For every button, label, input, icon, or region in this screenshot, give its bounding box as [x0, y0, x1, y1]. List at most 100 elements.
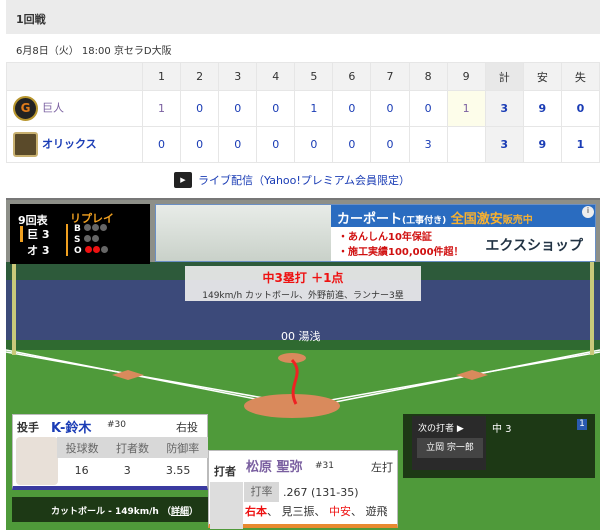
table-header: 1 2 3 4 5 6 7 8 9 計 安 失: [6, 62, 600, 91]
result: 、 遊飛: [351, 505, 388, 518]
inning-score: 0: [180, 126, 220, 163]
pitch-info: カットボール - 149km/h: [50, 507, 159, 517]
batters-faced: 3: [123, 464, 131, 477]
col-2: 2: [180, 62, 220, 91]
col-6: 6: [332, 62, 372, 91]
col-total: 計: [484, 62, 524, 91]
team-score: 3: [41, 228, 50, 241]
inning-score-current: 1: [446, 90, 486, 127]
inning-score: 0: [332, 126, 372, 163]
batter-card: 打者 松原 聖弥 #31 左打 打率 .267 (131-35) 右本、 見三振…: [208, 450, 398, 529]
batting-average: .267 (131-35): [283, 486, 359, 499]
play-detail: 149km/h カットボール、外野前進、ランナー3塁: [202, 291, 404, 301]
pitcher-role: 投手: [17, 421, 39, 434]
stat-label: 打者数: [115, 441, 149, 455]
team-orix[interactable]: オリックス: [6, 126, 143, 163]
total-runs: 3: [484, 90, 524, 127]
pitcher-card: 投手 K-鈴木 #30 右投 投球数 打者数 防御率 16 3 3.55: [12, 414, 208, 490]
batter-role: 打者: [214, 465, 236, 478]
pitcher-hand: 右投: [176, 421, 198, 434]
inning-score: 0: [180, 90, 220, 127]
col-9: 9: [446, 62, 486, 91]
linescore-table: 1 2 3 4 5 6 7 8 9 計 安 失 G 巨人 1 0 0 0 1 0 …: [6, 62, 600, 163]
table-row: オリックス 0 0 0 0 0 0 0 3 3 9 1: [6, 126, 600, 163]
ad-info-icon[interactable]: i: [582, 206, 594, 218]
stat-label: 防御率: [166, 441, 200, 455]
col-8: 8: [408, 62, 448, 91]
inning-score: 0: [294, 126, 334, 163]
hits: 9: [522, 126, 562, 163]
ball-label: B: [74, 224, 81, 234]
stat-label: 投球数: [65, 441, 99, 455]
inning-score: 1: [141, 90, 182, 127]
next-batter-count: 1: [577, 419, 587, 430]
hits: 9: [522, 90, 562, 127]
inning-score: [446, 126, 486, 163]
pitch-detail-link[interactable]: 詳細: [171, 507, 189, 517]
next-batter-label: 次の打者 ▶: [418, 424, 464, 434]
errors: 1: [560, 126, 600, 163]
batter-name[interactable]: 松原 聖弥: [246, 456, 303, 475]
ad-line2: ・施工実績100,000件超！: [338, 247, 464, 258]
inning-score: 0: [370, 126, 410, 163]
team-giants[interactable]: G 巨人: [6, 90, 143, 127]
strike-label: S: [74, 235, 81, 245]
play-icon: ▶: [174, 172, 192, 188]
inning-score: 1: [294, 90, 334, 127]
ad-image: [156, 205, 331, 261]
inning-score: 3: [408, 126, 448, 163]
pitcher-name[interactable]: K-鈴木: [51, 417, 91, 436]
total-runs: 3: [484, 126, 524, 163]
next-batter-name[interactable]: 立岡 宗一郎: [417, 438, 483, 458]
advertisement-banner[interactable]: カーポート(工事付き) 全国激安販売中 ・あんしん10年保証 ・施工実績100,0…: [155, 204, 596, 262]
paren: ）: [188, 507, 198, 517]
team-abbr: オ: [27, 244, 38, 257]
situation-board: 9回表 リプレイ 巨 3 オ 3 B S O: [10, 204, 150, 264]
inning-score: 0: [218, 126, 258, 163]
avg-label: 打率: [244, 482, 279, 502]
col-4: 4: [256, 62, 296, 91]
runner-label: 00 湯浅: [281, 330, 321, 343]
pitch-count: 16: [74, 464, 89, 477]
ad-brand: エクスショップ: [485, 238, 583, 254]
result-hit: 中安: [329, 505, 351, 518]
col-1: 1: [141, 62, 182, 91]
batter-photo: [210, 482, 243, 529]
ad-badge: 全国激安: [450, 212, 503, 227]
at-bat-results: 右本、 見三振、 中安、 遊飛: [245, 504, 395, 519]
inning-score: 0: [218, 90, 258, 127]
inning-score: 0: [332, 90, 372, 127]
pitcher-number: #30: [107, 420, 126, 430]
inning-score: 0: [408, 90, 448, 127]
col-hits: 安: [522, 62, 562, 91]
orix-logo-icon: [13, 132, 38, 157]
play-result: 中3塁打 ＋1点: [262, 271, 344, 285]
play-result-box: 中3塁打 ＋1点 149km/h カットボール、外野前進、ランナー3塁: [185, 266, 421, 301]
inning-score: 0: [256, 90, 296, 127]
field-view: 9回表 リプレイ 巨 3 オ 3 B S O カーポート(工事付き) 全国激安販…: [6, 200, 600, 530]
errors: 0: [560, 90, 600, 127]
pitcher-photo: [16, 437, 58, 485]
ad-line1: ・あんしん10年保証: [338, 232, 432, 243]
batter-hand: 左打: [371, 461, 393, 474]
team-abbr: 巨: [27, 228, 38, 241]
next-batter-position: 中 3: [492, 424, 512, 435]
giants-logo-icon: G: [13, 96, 38, 121]
pitch-info-bar: カットボール - 149km/h （詳細）: [12, 497, 208, 522]
paren: （: [161, 507, 171, 517]
game-title: 1回戦: [6, 0, 600, 34]
batter-number: #31: [315, 461, 334, 471]
ad-headline: カーポート: [337, 212, 403, 227]
game-date: 6月8日（火） 18:00 京セラD大阪: [16, 46, 172, 57]
era: 3.55: [165, 464, 191, 477]
bso-count: B S O: [74, 224, 109, 257]
inning-score: 0: [141, 126, 182, 163]
col-5: 5: [294, 62, 334, 91]
result-hit: 右本: [245, 505, 267, 518]
col-3: 3: [218, 62, 258, 91]
live-stream-link[interactable]: ▶ ライブ配信（Yahoo!プレミアム会員限定）: [174, 172, 410, 188]
col-errors: 失: [560, 62, 600, 91]
next-batter-box: 次の打者 ▶ 立岡 宗一郎 中 3 1: [403, 414, 595, 478]
table-row: G 巨人 1 0 0 0 1 0 0 0 1 3 9 0: [6, 90, 600, 127]
result: 、 見三振、: [267, 505, 329, 518]
